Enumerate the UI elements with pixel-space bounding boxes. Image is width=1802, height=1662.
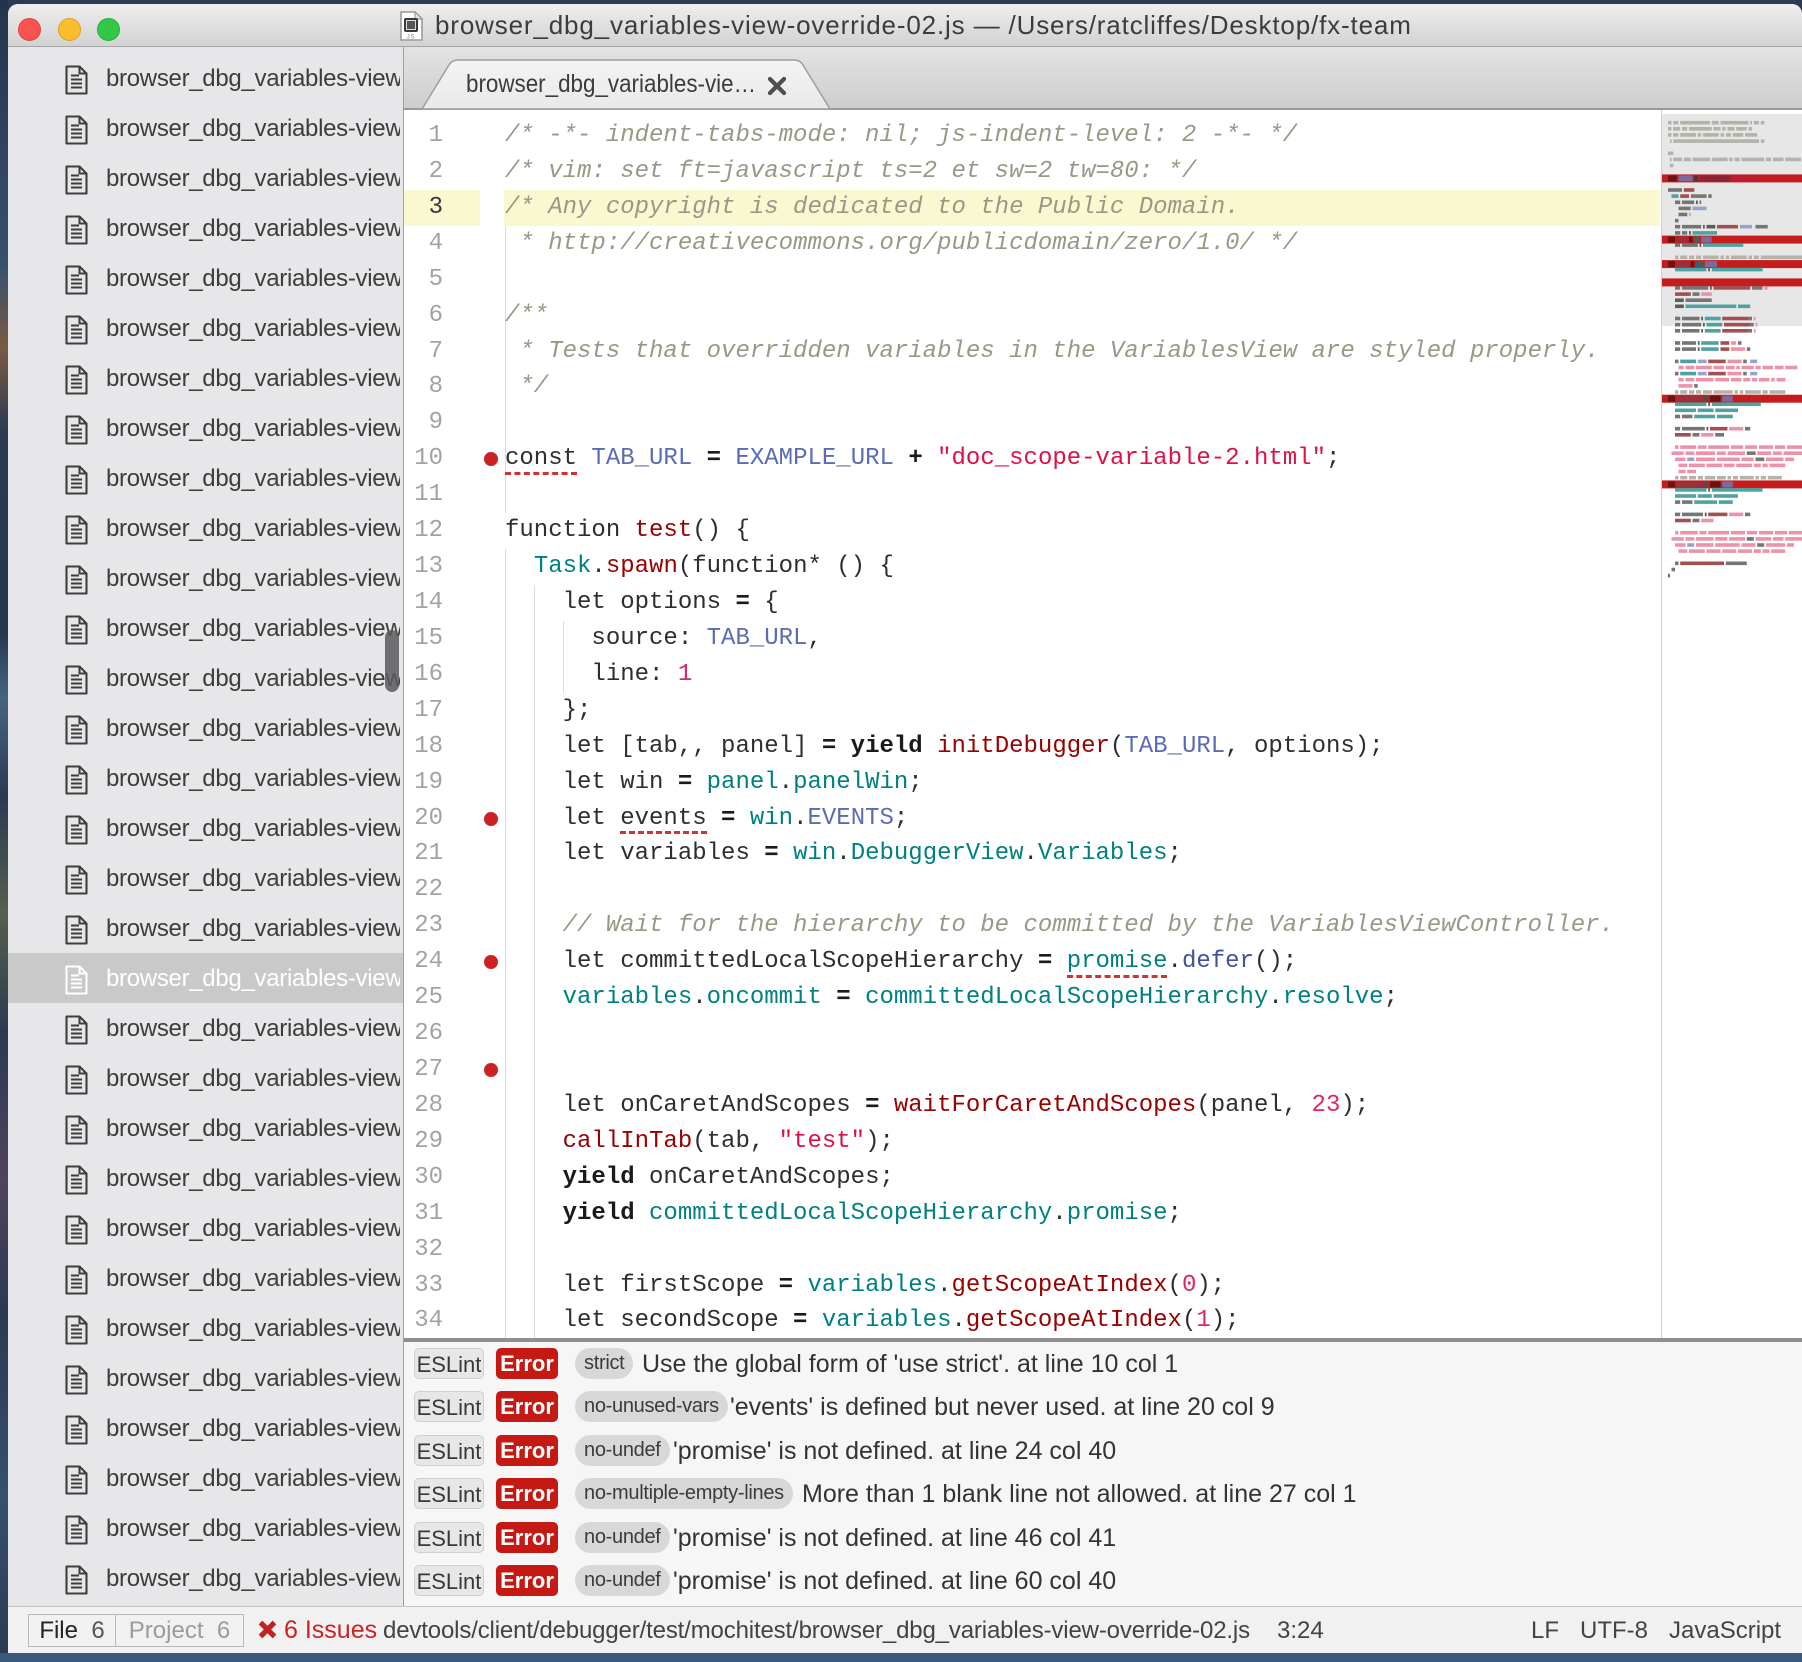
svg-text:JS: JS [407, 35, 416, 41]
svg-text:browser_dbg_variables-vie…: browser_dbg_variables-vie… [466, 70, 756, 98]
